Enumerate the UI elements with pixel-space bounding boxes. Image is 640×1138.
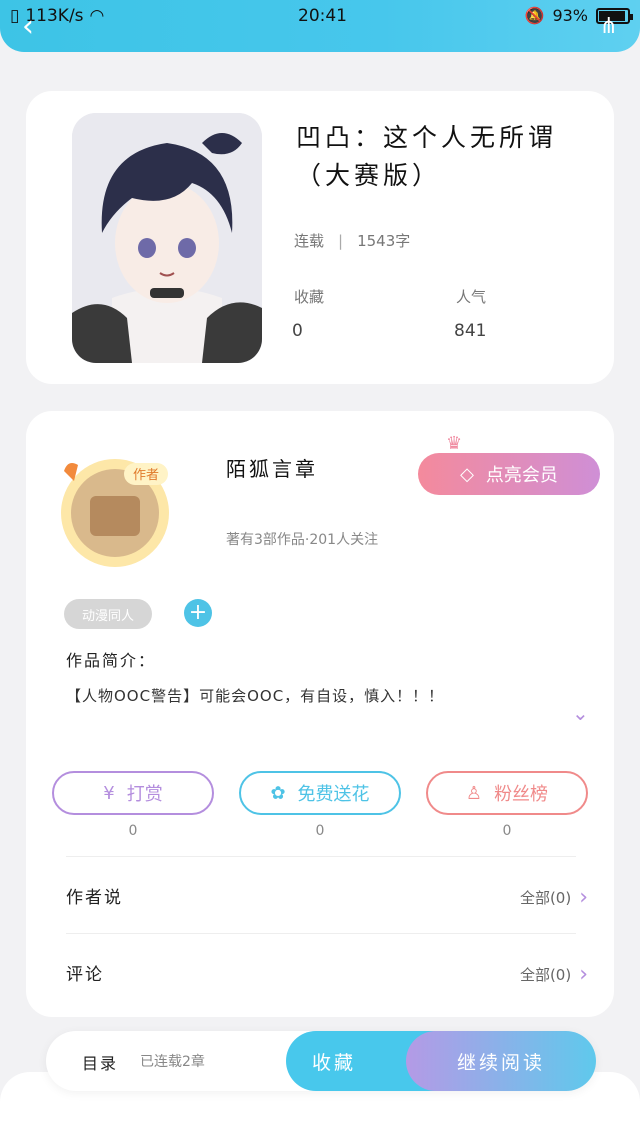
fan-count: 0 [502, 823, 512, 839]
flower-icon: ✿ [270, 782, 286, 804]
book-meta: 连载 | 1543字 [294, 230, 410, 251]
popularity-label: 人气 [456, 288, 487, 306]
chevron-right-icon: › [579, 885, 588, 910]
divider [66, 856, 576, 857]
word-count: 1543字 [357, 232, 411, 250]
book-cover-image[interactable] [72, 113, 262, 363]
continue-reading-label: 继续阅读 [456, 1051, 545, 1074]
wifi-icon: ◠ [89, 6, 105, 26]
author-badge-text: 作者 [133, 468, 159, 483]
tip-count: 0 [128, 823, 138, 839]
intro-text: 【人物OOC警告】可能会OOC，有自设，慎入！！！ [66, 687, 445, 705]
send-flower-label: 免费送花 [297, 784, 370, 805]
comments-all: 全部(0) [519, 966, 572, 984]
favorites-label: 收藏 [294, 288, 325, 306]
comments-link[interactable]: 全部(0) › [520, 962, 588, 987]
popularity-value: 841 [454, 321, 487, 341]
status-time: 20:41 [298, 6, 347, 26]
continue-reading-button[interactable]: 继续阅读 [406, 1031, 596, 1091]
book-info-card: 凹凸：这个人无所谓（大赛版） 连载 | 1543字 收藏 0 人气 841 [26, 91, 614, 384]
battery-percent: 93% [552, 6, 588, 25]
fan-ranking-label: 粉丝榜 [494, 784, 549, 805]
favorites-value: 0 [292, 321, 303, 341]
share-icon[interactable]: ⋔ [600, 14, 618, 39]
user-icon: ♙ [465, 782, 483, 804]
vip-button[interactable]: ◇ 点亮会员 [418, 453, 600, 495]
back-button[interactable]: ‹ [22, 12, 34, 42]
author-says-all: 全部(0) [519, 889, 572, 907]
toc-button[interactable]: 目录 [82, 1050, 118, 1074]
header-bar: ▯ 113K/s ◠ 20:41 🔕 93% ‹ ⋔ [0, 0, 640, 52]
meta-separator: | [338, 231, 344, 250]
tag-chip[interactable]: 动漫同人 [64, 599, 152, 629]
author-avatar-image: 作者 [61, 459, 169, 567]
book-title: 凹凸：这个人无所谓（大赛版） [296, 123, 558, 190]
author-card: 作者 陌狐言章 著有3部作品·201人关注 ♛ ◇ 点亮会员 动漫同人 + 作品… [26, 411, 614, 1017]
author-says-title: 作者说 [66, 888, 123, 908]
crown-icon: ♛ [446, 433, 463, 454]
bottom-action-bar: 目录 已连载2章 收藏 继续阅读 [46, 1031, 596, 1091]
toc-status: 已连载2章 [140, 1054, 205, 1070]
favorite-label: 收藏 [312, 1051, 357, 1074]
fan-ranking-button[interactable]: ♙ 粉丝榜 [426, 771, 588, 815]
coin-icon: ¥ [103, 782, 115, 804]
mute-bell-icon: 🔕 [524, 6, 545, 25]
cover-illustration [72, 113, 262, 363]
book-status: 连载 [294, 232, 325, 250]
tip-button[interactable]: ¥ 打赏 [52, 771, 214, 815]
divider [66, 933, 576, 934]
chevron-right-icon: › [579, 962, 588, 987]
vip-label: 点亮会员 [485, 465, 558, 486]
author-name[interactable]: 陌狐言章 [226, 453, 318, 482]
tip-label: 打赏 [126, 784, 163, 805]
author-meta: 著有3部作品·201人关注 [226, 532, 379, 548]
sim-icon: ▯ [10, 6, 20, 26]
author-says-link[interactable]: 全部(0) › [520, 885, 588, 910]
flower-count: 0 [315, 823, 325, 839]
comments-title: 评论 [66, 965, 104, 985]
intro-label: 作品简介： [66, 651, 157, 670]
expand-chevron-down-icon[interactable]: ⌄ [572, 701, 589, 725]
author-avatar[interactable]: 作者 [50, 451, 180, 571]
add-tag-button[interactable]: + [184, 599, 212, 627]
diamond-icon: ◇ [460, 463, 474, 485]
send-flower-button[interactable]: ✿ 免费送花 [239, 771, 401, 815]
network-speed: 113K/s [25, 6, 84, 26]
